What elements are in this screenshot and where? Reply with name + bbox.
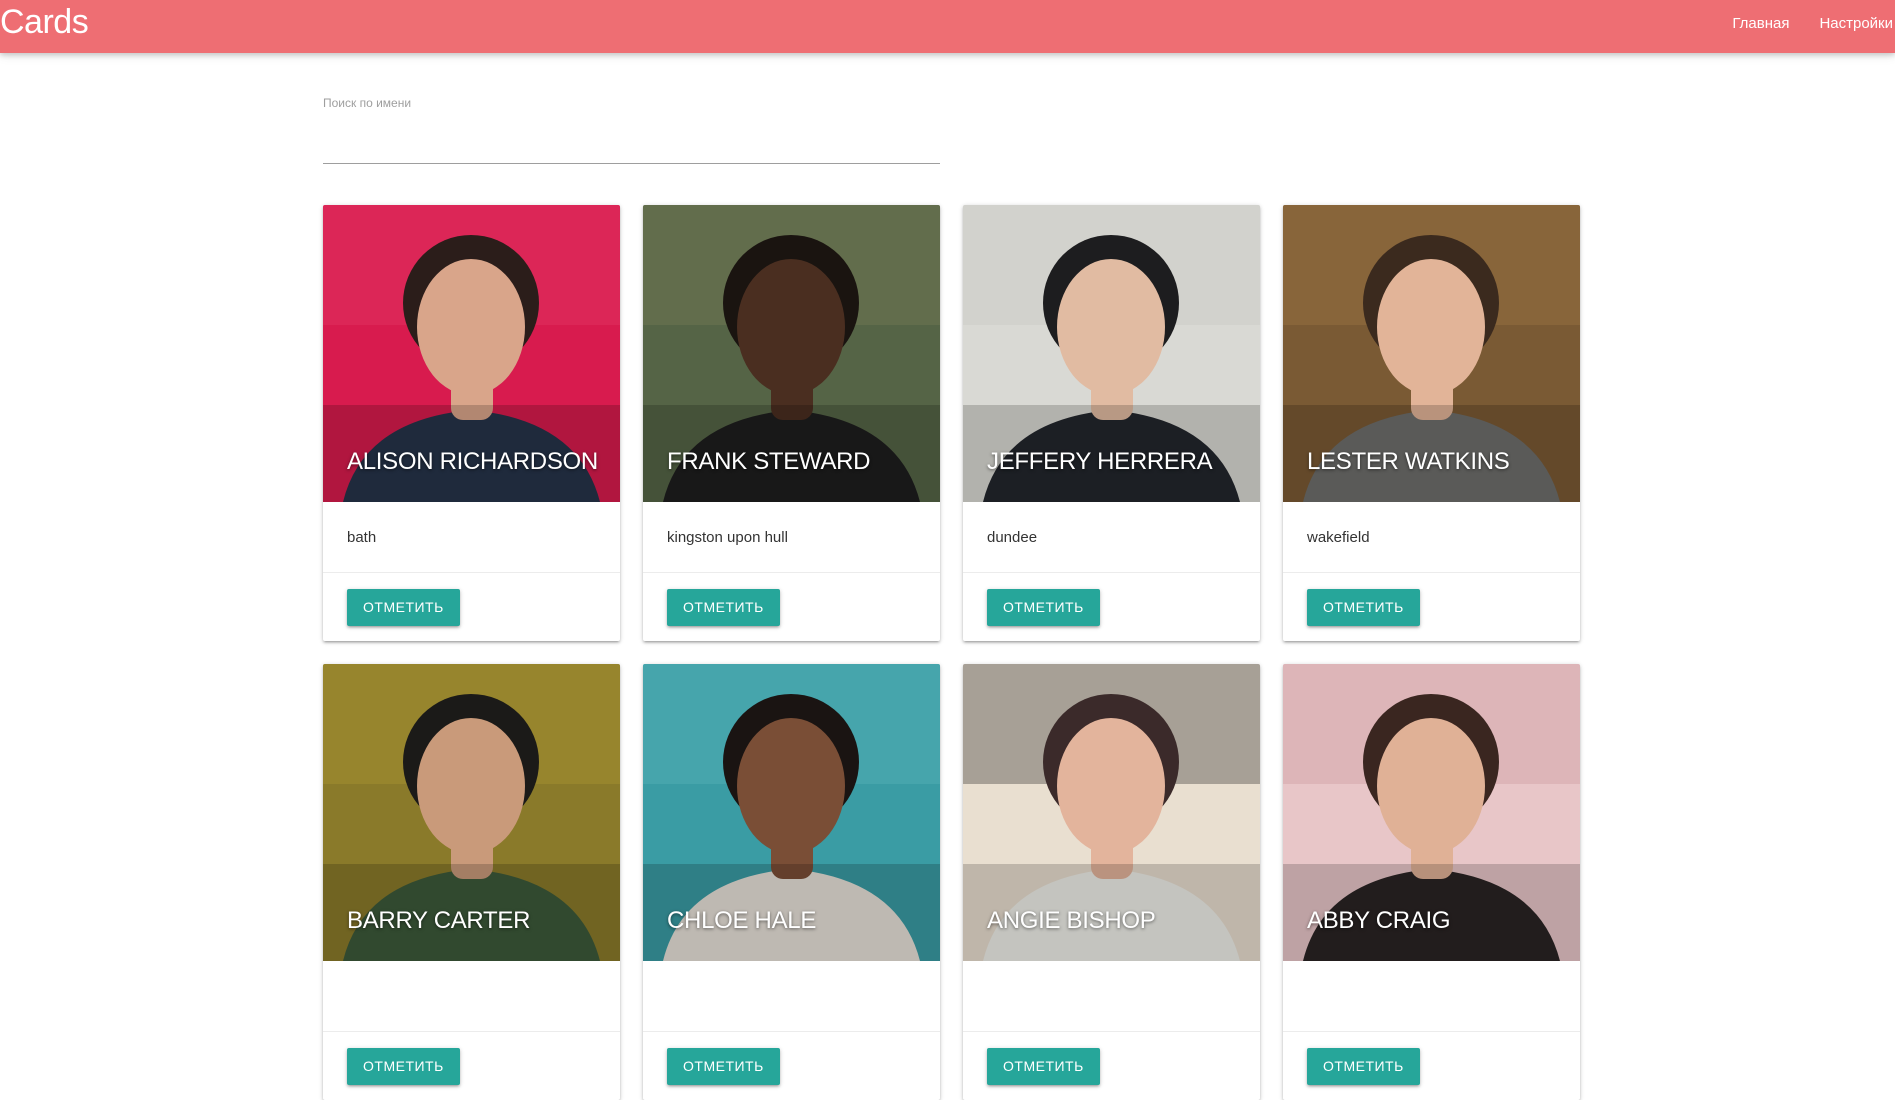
- mark-button[interactable]: ОТМЕТИТЬ: [347, 1047, 460, 1085]
- mark-button[interactable]: ОТМЕТИТЬ: [347, 588, 460, 626]
- card-photo: CHLOE HALE: [643, 664, 940, 961]
- card-content: [323, 961, 620, 1032]
- card-photo: ABBY CRAIG: [1283, 664, 1580, 961]
- card-content: [963, 961, 1260, 1032]
- profile-card: ABBY CRAIG ОТМЕТИТЬ: [1283, 664, 1580, 1100]
- photo-face: [737, 718, 845, 854]
- brand-logo[interactable]: Cards: [0, 0, 89, 53]
- card-title: BARRY CARTER: [347, 907, 531, 934]
- mark-button[interactable]: ОТМЕТИТЬ: [987, 588, 1100, 626]
- nav-links: Главная Настройки: [1712, 0, 1895, 46]
- photo-face: [1377, 718, 1485, 854]
- photo-face: [1057, 718, 1165, 854]
- card-city: kingston upon hull: [667, 528, 788, 546]
- card-action: ОТМЕТИТЬ: [323, 1032, 620, 1100]
- profile-card: CHLOE HALE ОТМЕТИТЬ: [643, 664, 940, 1100]
- profile-card: LESTER WATKINS wakefield ОТМЕТИТЬ: [1283, 205, 1580, 641]
- card-action: ОТМЕТИТЬ: [643, 1032, 940, 1100]
- card-content: bath: [323, 502, 620, 573]
- card-action: ОТМЕТИТЬ: [963, 573, 1260, 641]
- card-photo: LESTER WATKINS: [1283, 205, 1580, 502]
- search-label: Поиск по имени: [323, 96, 412, 110]
- photo-face: [1057, 259, 1165, 395]
- card-action: ОТМЕТИТЬ: [643, 573, 940, 641]
- card-title: ABBY CRAIG: [1307, 907, 1451, 934]
- card-photo: JEFFERY HERRERA: [963, 205, 1260, 502]
- card-title: CHLOE HALE: [667, 907, 817, 934]
- card-title: ANGIE BISHOP: [987, 907, 1156, 934]
- search-input[interactable]: [323, 123, 940, 164]
- card-action: ОТМЕТИТЬ: [1283, 573, 1580, 641]
- mark-button[interactable]: ОТМЕТИТЬ: [1307, 588, 1420, 626]
- card-city: dundee: [987, 528, 1038, 546]
- card-title: FRANK STEWARD: [667, 448, 871, 475]
- card-action: ОТМЕТИТЬ: [963, 1032, 1260, 1100]
- card-grid: ALISON RICHARDSON bath ОТМЕТИТЬ FRANK STEWA…: [323, 205, 1580, 1100]
- profile-card: JEFFERY HERRERA dundee ОТМЕТИТЬ: [963, 205, 1260, 641]
- profile-card: ALISON RICHARDSON bath ОТМЕТИТЬ: [323, 205, 620, 641]
- photo-face: [737, 259, 845, 395]
- card-title: JEFFERY HERRERA: [987, 448, 1213, 475]
- photo-face: [417, 718, 525, 854]
- nav-link-home[interactable]: Главная: [1712, 15, 1799, 32]
- card-photo: FRANK STEWARD: [643, 205, 940, 502]
- nav-link-settings[interactable]: Настройки: [1799, 15, 1895, 32]
- card-action: ОТМЕТИТЬ: [323, 573, 620, 641]
- mark-button[interactable]: ОТМЕТИТЬ: [987, 1047, 1100, 1085]
- photo-face: [417, 259, 525, 395]
- card-title: LESTER WATKINS: [1307, 448, 1510, 475]
- card-content: wakefield: [1283, 502, 1580, 573]
- profile-card: FRANK STEWARD kingston upon hull ОТМЕТИТЬ: [643, 205, 940, 641]
- card-content: dundee: [963, 502, 1260, 573]
- search-field: Поиск по имени: [323, 95, 940, 164]
- profile-card: ANGIE BISHOP ОТМЕТИТЬ: [963, 664, 1260, 1100]
- card-city: bath: [347, 528, 377, 546]
- card-photo: ALISON RICHARDSON: [323, 205, 620, 502]
- card-action: ОТМЕТИТЬ: [1283, 1032, 1580, 1100]
- card-photo: BARRY CARTER: [323, 664, 620, 961]
- photo-face: [1377, 259, 1485, 395]
- mark-button[interactable]: ОТМЕТИТЬ: [667, 1047, 780, 1085]
- card-photo: ANGIE BISHOP: [963, 664, 1260, 961]
- card-content: kingston upon hull: [643, 502, 940, 573]
- navbar: Cards Главная Настройки: [0, 0, 1895, 53]
- mark-button[interactable]: ОТМЕТИТЬ: [667, 588, 780, 626]
- mark-button[interactable]: ОТМЕТИТЬ: [1307, 1047, 1420, 1085]
- card-title: ALISON RICHARDSON: [347, 448, 598, 475]
- card-content: [643, 961, 940, 1032]
- profile-card: BARRY CARTER ОТМЕТИТЬ: [323, 664, 620, 1100]
- card-city: wakefield: [1307, 528, 1370, 546]
- card-content: [1283, 961, 1580, 1032]
